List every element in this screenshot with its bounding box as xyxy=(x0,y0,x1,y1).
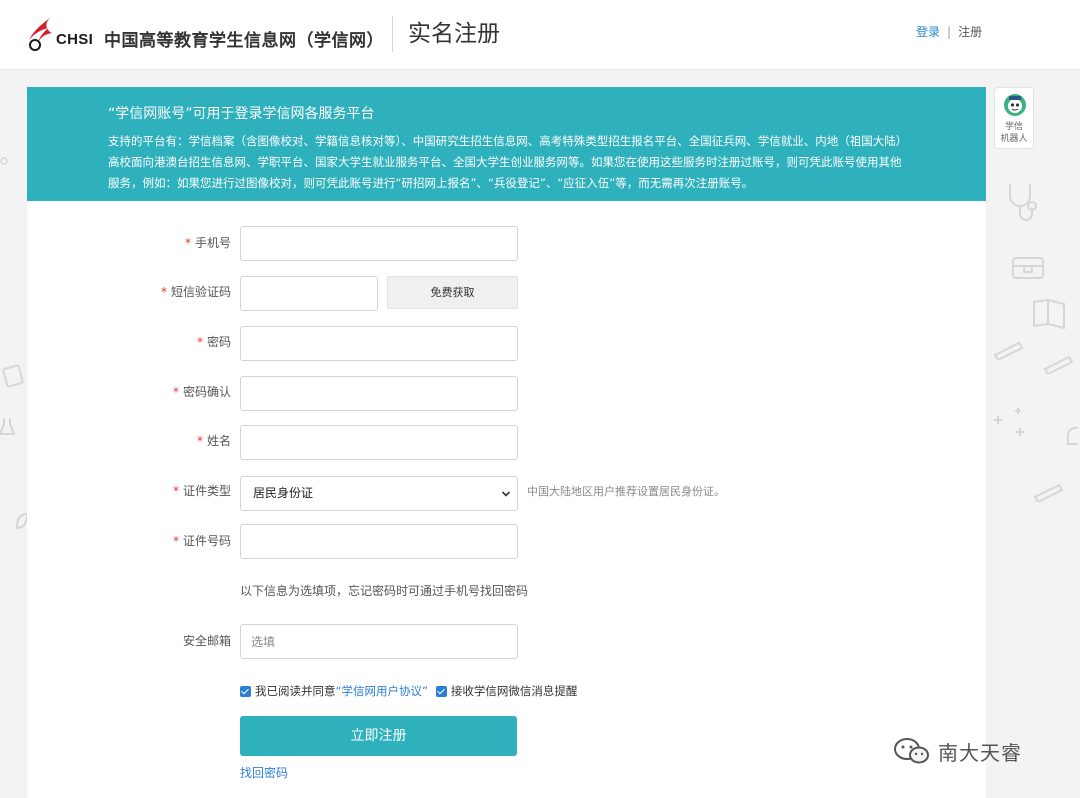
required-mark: * xyxy=(160,285,167,299)
password-confirm-label: * 密码确认 xyxy=(27,384,231,400)
id-number-label: * 证件号码 xyxy=(27,533,231,549)
login-link[interactable]: 登录 xyxy=(916,25,940,39)
robot-label: 学信 机器人 xyxy=(995,121,1033,145)
page-title: 实名注册 xyxy=(408,21,500,47)
password-confirm-input[interactable] xyxy=(240,376,518,411)
pencil-doodle-icon-3 xyxy=(1033,483,1064,502)
robot-label-line1: 学信 xyxy=(1004,122,1023,132)
wechat-watermark: 南大天睿 xyxy=(892,735,1022,767)
agree-terms-text: 我已阅读并同意 xyxy=(255,684,336,698)
required-mark: * xyxy=(172,385,179,399)
required-mark: * xyxy=(172,534,179,548)
id-type-hint: 中国大陆地区用户推荐设置居民身份证。 xyxy=(527,485,725,498)
email-label-text: 安全邮箱 xyxy=(182,634,231,648)
sms-code-label: * 短信验证码 xyxy=(27,284,231,300)
id-type-label: * 证件类型 xyxy=(27,483,231,499)
register-submit-button[interactable]: 立即注册 xyxy=(240,716,517,756)
id-type-select[interactable]: 居民身份证 xyxy=(240,476,518,511)
name-input[interactable] xyxy=(240,425,518,460)
dot-doodle-icon xyxy=(0,157,8,165)
sms-code-input[interactable] xyxy=(240,276,378,311)
banner-title: “学信网账号”可用于登录学信网各服务平台 xyxy=(108,106,375,122)
robot-icon xyxy=(1004,94,1026,116)
password-label: * 密码 xyxy=(27,334,231,350)
email-label: 安全邮箱 xyxy=(27,633,231,649)
flask-doodle-icon xyxy=(0,418,16,435)
chevron-down-icon xyxy=(501,491,511,497)
note-doodle-icon xyxy=(2,364,24,388)
chest-doodle-icon xyxy=(1012,257,1044,279)
sms-code-label-text: 短信验证码 xyxy=(170,285,231,299)
phone-label: * 手机号 xyxy=(27,235,231,251)
pencil-doodle-icon xyxy=(993,341,1024,360)
hand-doodle-icon xyxy=(1067,426,1079,445)
robot-assistant-button[interactable]: 学信 机器人 xyxy=(994,87,1034,149)
wechat-icon xyxy=(894,738,929,764)
required-mark: * xyxy=(196,434,203,448)
get-sms-code-button[interactable]: 免费获取 xyxy=(387,276,518,309)
id-type-label-text: 证件类型 xyxy=(182,484,231,498)
site-name: 中国高等教育学生信息网（学信网） xyxy=(104,31,384,51)
agreement-row: 我已阅读并同意 “学信网用户协议” 接收学信网微信消息提醒 xyxy=(240,683,577,699)
id-number-input[interactable] xyxy=(240,524,518,559)
phone-input[interactable] xyxy=(240,226,518,261)
password-input[interactable] xyxy=(240,326,518,361)
sparkle-doodle-icon xyxy=(994,408,1024,436)
required-mark: * xyxy=(184,236,191,250)
chsi-swoosh-icon xyxy=(29,18,52,51)
name-label-text: 姓名 xyxy=(206,434,231,448)
registration-card: “学信网账号”可用于登录学信网各服务平台 支持的平台有：学信档案（含图像校对、学… xyxy=(27,87,986,798)
stethoscope-doodle-icon xyxy=(1009,184,1037,221)
security-email-input[interactable] xyxy=(240,624,518,659)
password-label-text: 密码 xyxy=(206,335,231,349)
pencil-doodle-icon-2 xyxy=(1043,355,1074,374)
agree-terms-checkbox[interactable] xyxy=(240,685,251,697)
required-mark: * xyxy=(172,484,179,498)
recover-password-link[interactable]: 找回密码 xyxy=(240,765,288,781)
top-header: CHSI 中国高等教育学生信息网（学信网） 实名注册 登录 | 注册 xyxy=(0,0,1080,70)
user-agreement-link[interactable]: “学信网用户协议” xyxy=(336,683,428,699)
robot-label-line2: 机器人 xyxy=(1000,134,1028,144)
wechat-notify-text: 接收学信网微信消息提醒 xyxy=(450,684,578,698)
chsi-logo[interactable]: CHSI xyxy=(26,14,93,54)
link-separator: | xyxy=(947,25,952,39)
logo-text: CHSI xyxy=(56,30,94,48)
required-mark: * xyxy=(196,335,203,349)
wechat-notify-checkbox[interactable] xyxy=(435,685,447,697)
info-banner: “学信网账号”可用于登录学信网各服务平台 支持的平台有：学信档案（含图像校对、学… xyxy=(27,87,986,201)
watermark-text: 南大天睿 xyxy=(938,740,1022,765)
header-divider xyxy=(392,16,393,52)
banner-description: 支持的平台有：学信档案（含图像校对、学籍信息核对等）、中国研究生招生信息网、高考… xyxy=(108,134,908,190)
optional-info-note: 以下信息为选填项，忘记密码时可通过手机号找回密码 xyxy=(240,584,529,598)
auth-links: 登录 | 注册 xyxy=(916,24,982,40)
register-link[interactable]: 注册 xyxy=(958,25,982,39)
phone-label-text: 手机号 xyxy=(194,236,231,250)
id-type-selected-value: 居民身份证 xyxy=(253,486,314,500)
id-number-label-text: 证件号码 xyxy=(182,534,231,548)
name-label: * 姓名 xyxy=(27,433,231,449)
password-confirm-label-text: 密码确认 xyxy=(182,385,231,399)
book-doodle-icon xyxy=(1033,298,1065,330)
